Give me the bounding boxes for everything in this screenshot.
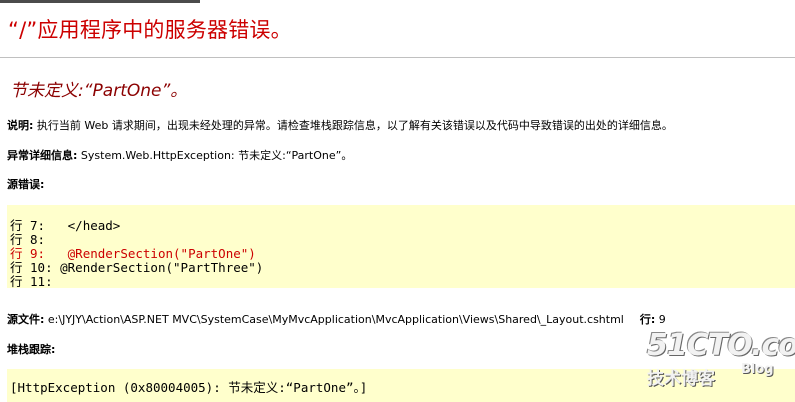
source-file-label: 源文件:	[7, 313, 45, 326]
error-heading: 节未定义:“PartOne”。	[10, 81, 188, 101]
code-line-highlighted: 行 9: @RenderSection("PartOne")	[10, 246, 256, 261]
source-code-block: 行 7: </head> 行 8: 行 9: @RenderSection("P…	[7, 205, 795, 289]
line-label: 行:	[639, 313, 656, 326]
line-number: 9	[655, 313, 666, 326]
top-strip-dark	[0, 0, 200, 3]
watermark-brand: 51CTO.com	[647, 328, 795, 363]
description-line: 说明: 执行当前 Web 请求期间，出现未经处理的异常。请检查堆栈跟踪信息，以了…	[7, 117, 673, 133]
exception-line: 异常详细信息: System.Web.HttpException: 节未定义:“…	[7, 147, 352, 163]
exception-text: System.Web.HttpException: 节未定义:“PartOne”…	[77, 149, 353, 162]
code-line: 行 10: @RenderSection("PartThree")	[10, 260, 264, 275]
description-label: 说明:	[7, 119, 34, 132]
code-line: 行 7: </head>	[10, 218, 121, 233]
title-divider	[0, 57, 795, 58]
description-text: 执行当前 Web 请求期间，出现未经处理的异常。请检查堆栈跟踪信息，以了解有关该…	[33, 119, 673, 132]
code-line: 行 8:	[10, 232, 46, 247]
source-error-label: 源错误:	[7, 178, 45, 191]
stack-trace-label: 堆栈跟踪:	[7, 343, 56, 356]
watermark-subtitle: 技术博客	[647, 369, 715, 389]
page-title: “/”应用程序中的服务器错误。	[8, 18, 292, 42]
source-file-line: 源文件: e:\JYJY\Action\ASP.NET MVC\SystemCa…	[7, 311, 666, 327]
exception-label: 异常详细信息:	[7, 149, 78, 162]
source-error-line: 源错误:	[7, 176, 44, 192]
watermark-logo: 51CTO.com 技术博客 Blog	[645, 328, 795, 389]
watermark-blog: Blog	[741, 362, 774, 377]
stack-trace-line: 堆栈跟踪:	[7, 341, 55, 357]
code-line: 行 11:	[10, 274, 53, 289]
source-file-path: e:\JYJY\Action\ASP.NET MVC\SystemCase\My…	[44, 313, 624, 326]
browser-top-strip	[0, 0, 795, 5]
